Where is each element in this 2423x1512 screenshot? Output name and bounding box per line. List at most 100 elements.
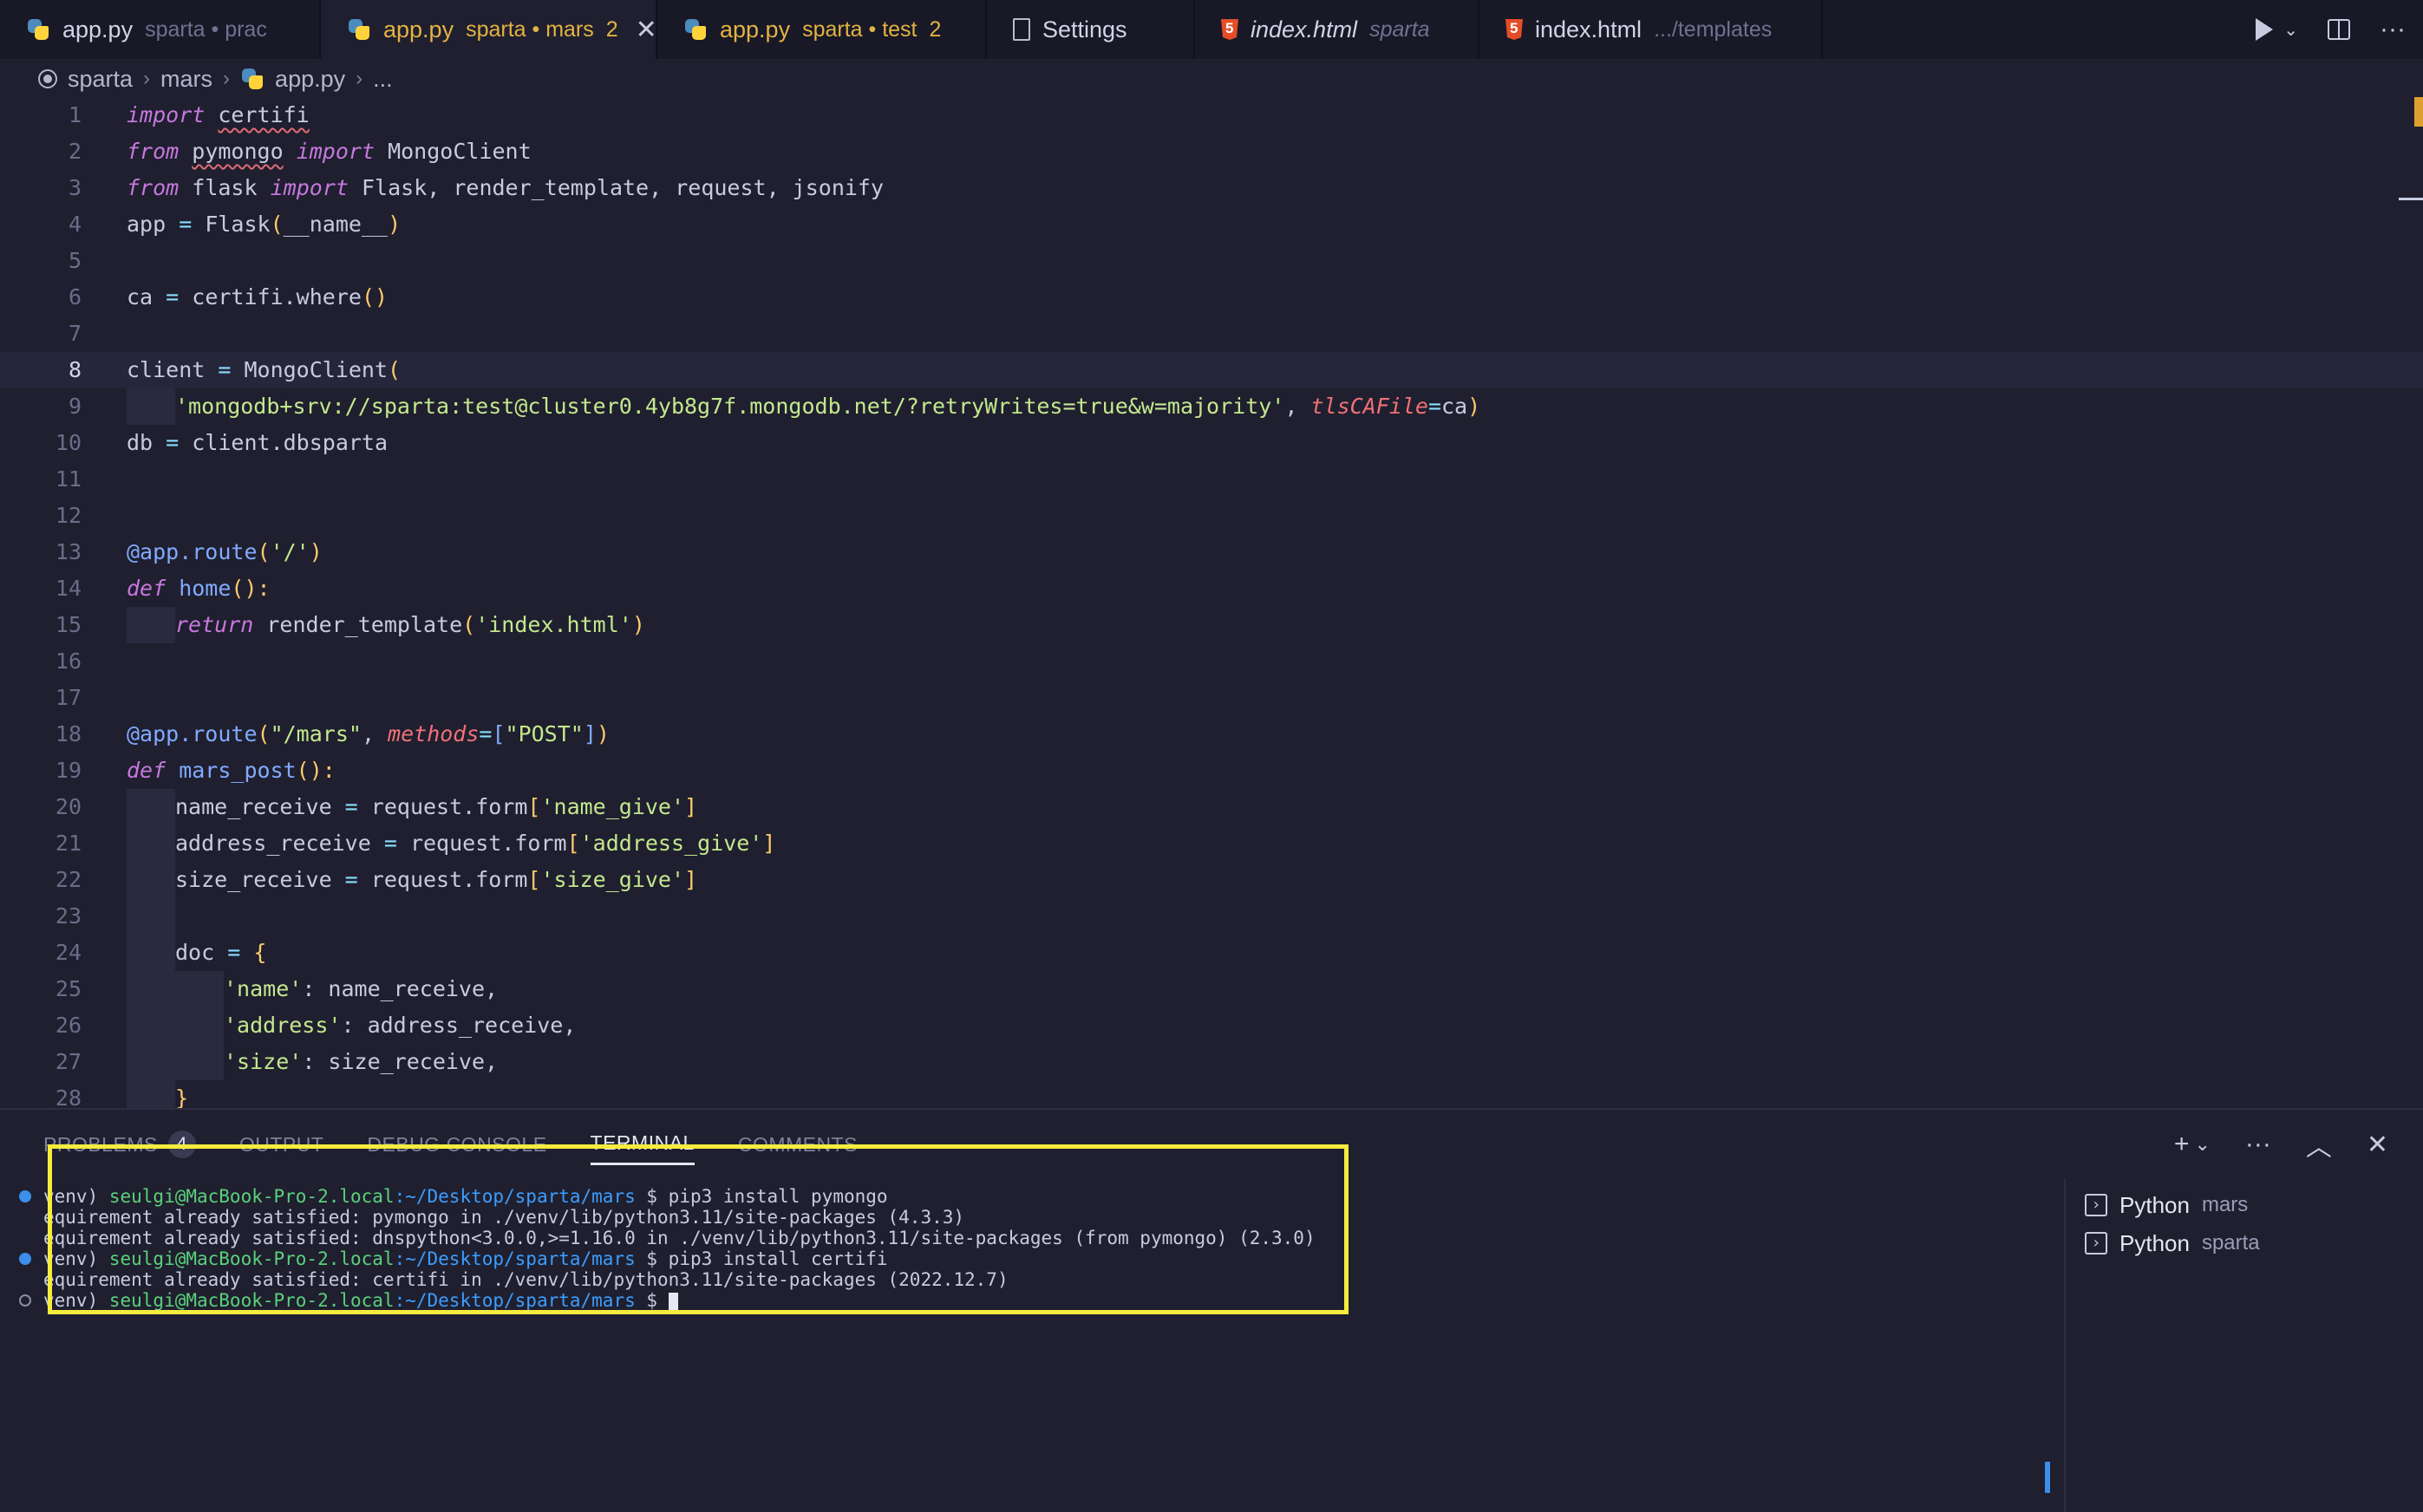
- paren: ():: [231, 576, 271, 601]
- tab-comments[interactable]: COMMENTS: [738, 1124, 858, 1165]
- terminal-item-python-mars[interactable]: › Python mars: [2085, 1188, 2248, 1222]
- more-actions-icon[interactable]: ···: [2245, 1130, 2271, 1159]
- terminal-scrollbar[interactable]: [2045, 1462, 2050, 1493]
- code-line[interactable]: 1 import certifi: [0, 97, 2423, 134]
- tab-terminal[interactable]: TERMINAL: [590, 1124, 695, 1165]
- terminal-cursor: [668, 1293, 678, 1310]
- breadcrumb-symbols[interactable]: ...: [373, 66, 393, 93]
- breadcrumb-file[interactable]: app.py: [275, 66, 345, 93]
- bracket: ]: [684, 867, 698, 892]
- code-line[interactable]: 12: [0, 498, 2423, 534]
- breadcrumb-separator: ›: [356, 67, 363, 90]
- bracket: ]: [684, 794, 698, 819]
- chevron-down-icon[interactable]: ⌄: [2194, 1133, 2210, 1156]
- bracket: ]: [762, 831, 776, 856]
- terminal-prompt-line[interactable]: venv) seulgi@MacBook-Pro-2.local:~/Deskt…: [43, 1290, 678, 1311]
- problems-count-badge: 4: [167, 1131, 196, 1158]
- tab-app-py-prac[interactable]: app.py sparta • prac: [0, 0, 321, 59]
- code-line[interactable]: 15 return render_template('index.html'): [0, 607, 2423, 643]
- tab-label: DEBUG CONSOLE: [367, 1132, 547, 1156]
- tab-filename: index.html: [1535, 16, 1643, 42]
- tab-app-py-mars[interactable]: app.py sparta • mars 2 ✕: [321, 0, 657, 59]
- close-panel-icon[interactable]: ✕: [2367, 1130, 2388, 1160]
- code-line[interactable]: 17: [0, 680, 2423, 716]
- keyword: def: [127, 758, 167, 783]
- code-line[interactable]: 25 'name': name_receive,: [0, 971, 2423, 1007]
- new-terminal-icon[interactable]: +: [2174, 1130, 2190, 1159]
- code-line[interactable]: 13 @app.route('/'): [0, 534, 2423, 570]
- string-literal: 'address_give': [579, 831, 763, 856]
- code-line[interactable]: 20 name_receive = request.form['name_give…: [0, 789, 2423, 825]
- terminal-item-python-sparta[interactable]: › Python sparta: [2085, 1226, 2260, 1261]
- code-line[interactable]: 14 def home():: [0, 570, 2423, 607]
- chevron-down-icon[interactable]: ⌄: [2283, 19, 2298, 41]
- string-literal: 'name': [224, 976, 303, 1001]
- terminal-description: sparta: [2201, 1231, 2260, 1255]
- terminal-name: Python: [2119, 1229, 2190, 1256]
- code-token: ca: [1441, 394, 1468, 419]
- code-line[interactable]: 10 db = client.dbsparta: [0, 425, 2423, 461]
- import-names: Flask, render_template, request, jsonify: [361, 175, 885, 200]
- code-line[interactable]: 27 'size': size_receive,: [0, 1044, 2423, 1080]
- breadcrumb-separator: ›: [143, 67, 151, 90]
- terminal-line: venv) seulgi@MacBook-Pro-2.local:~/Deskt…: [43, 1186, 888, 1207]
- breadcrumb-root[interactable]: sparta: [68, 66, 133, 93]
- code-token: request.form: [357, 867, 528, 892]
- keyword: from: [127, 175, 180, 200]
- breadcrumb-folder[interactable]: mars: [160, 66, 212, 93]
- more-actions-icon[interactable]: ···: [2380, 15, 2406, 44]
- code-line[interactable]: 9 'mongodb+srv://sparta:test@cluster0.4yb…: [0, 388, 2423, 425]
- python-file-icon: [26, 17, 50, 42]
- code-line[interactable]: 3 from flask import Flask, render_templat…: [0, 170, 2423, 206]
- code-token: doc: [175, 940, 228, 965]
- code-line[interactable]: 11: [0, 461, 2423, 498]
- tab-output[interactable]: OUTPUT: [239, 1124, 324, 1165]
- command-status-dot: [19, 1253, 31, 1265]
- line-number: 10: [55, 430, 82, 455]
- code-line[interactable]: 23: [0, 898, 2423, 935]
- line-number: 3: [68, 175, 82, 200]
- line-number: 18: [55, 721, 82, 746]
- tab-debug-console[interactable]: DEBUG CONSOLE: [367, 1124, 546, 1165]
- tab-description: sparta: [1369, 16, 1430, 42]
- code-line[interactable]: 19 def mars_post():: [0, 753, 2423, 789]
- maximize-panel-icon[interactable]: ︿: [2306, 1125, 2332, 1163]
- code-line[interactable]: 5: [0, 243, 2423, 279]
- paren: (): [361, 284, 389, 310]
- code-token: app: [127, 212, 180, 237]
- terminal-description: mars: [2201, 1193, 2249, 1216]
- terminal-icon: ›: [2085, 1194, 2107, 1216]
- code-line[interactable]: 24 doc = {: [0, 935, 2423, 971]
- code-line[interactable]: 2 from pymongo import MongoClient: [0, 134, 2423, 170]
- code-line[interactable]: 16: [0, 643, 2423, 680]
- tab-index-html-sparta[interactable]: index.html sparta: [1195, 0, 1479, 59]
- code-line[interactable]: 26 'address': address_receive,: [0, 1007, 2423, 1044]
- code-line[interactable]: 28}: [0, 1080, 2423, 1108]
- operator: =: [218, 357, 232, 382]
- tab-index-html-templates[interactable]: index.html .../templates: [1479, 0, 1823, 59]
- tab-filename: app.py: [720, 16, 791, 42]
- tab-app-py-test[interactable]: app.py sparta • test 2: [657, 0, 987, 59]
- terminal-output[interactable]: venv) seulgi@MacBook-Pro-2.local:~/Deskt…: [0, 1179, 2064, 1512]
- code-line[interactable]: 4 app = Flask(__name__): [0, 206, 2423, 243]
- code-line[interactable]: 6 ca = certifi.where(): [0, 279, 2423, 316]
- terminal-line: venv) seulgi@MacBook-Pro-2.local:~/Deskt…: [43, 1248, 888, 1269]
- tab-problems[interactable]: PROBLEMS 4: [43, 1124, 196, 1165]
- terminal-name: Python: [2119, 1191, 2190, 1218]
- code-line[interactable]: 22 size_receive = request.form['size_give…: [0, 862, 2423, 898]
- code-token: : address_receive,: [341, 1013, 577, 1038]
- code-token: Flask: [192, 212, 271, 237]
- tab-settings[interactable]: Settings: [987, 0, 1195, 59]
- code-token: __name__: [283, 212, 389, 237]
- operator: =: [166, 284, 180, 310]
- split-editor-icon[interactable]: [2328, 19, 2351, 40]
- code-token: size_receive: [175, 867, 345, 892]
- close-tab-icon[interactable]: ✕: [636, 15, 657, 45]
- code-line[interactable]: 21 address_receive = request.form['addres…: [0, 825, 2423, 862]
- run-icon[interactable]: [2256, 18, 2274, 41]
- operator: =: [227, 940, 241, 965]
- code-line[interactable]: 18 @app.route("/mars", methods=["POST"]): [0, 716, 2423, 753]
- code-line-current[interactable]: 8 client = MongoClient(: [0, 352, 2423, 388]
- code-line[interactable]: 7: [0, 316, 2423, 352]
- code-editor[interactable]: 1 import certifi 2 from pymongo import Mon…: [0, 97, 2423, 1108]
